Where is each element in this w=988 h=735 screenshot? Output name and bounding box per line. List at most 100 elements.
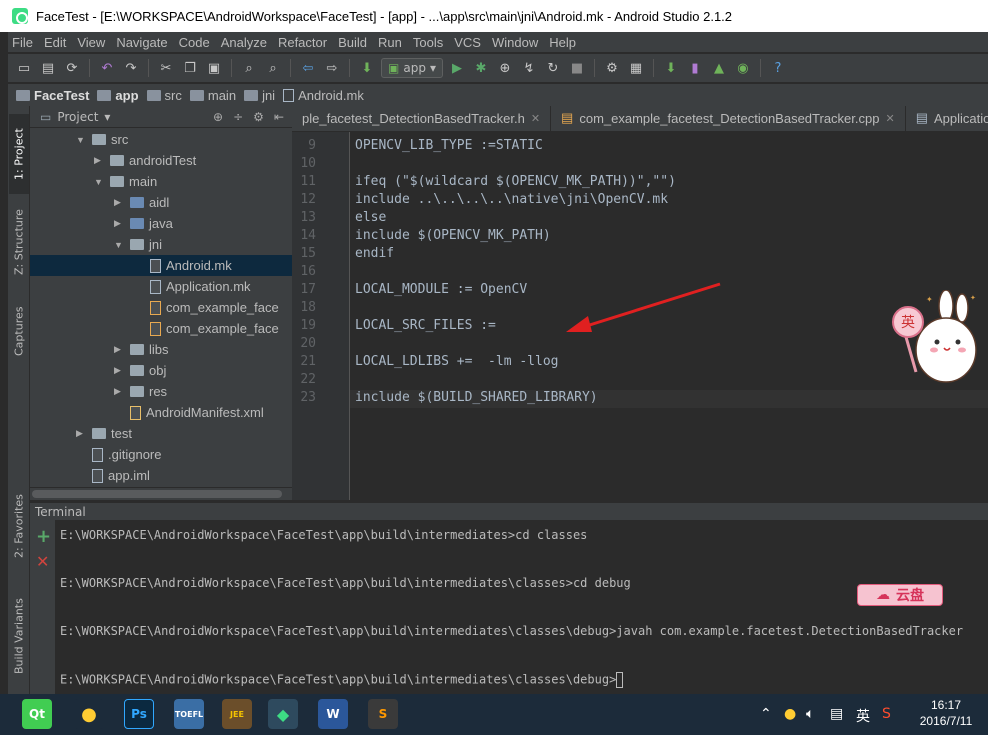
close-session-icon[interactable]: ✕ [36, 552, 49, 571]
code-line[interactable]: include ..\..\..\..\native\jni\OpenCV.mk [355, 192, 668, 207]
android-studio-icon[interactable]: ◆ [268, 699, 298, 729]
editor-tab[interactable]: ▤ com_example_facetest_DetectionBasedTrac… [551, 106, 906, 131]
editor-tab[interactable]: ▤Application.mk✕ [906, 106, 988, 131]
hide-panel-icon[interactable]: ⇤ [274, 110, 284, 124]
replace-icon[interactable]: ⌕ [263, 58, 283, 78]
code-line[interactable]: include $(OPENCV_MK_PATH) [355, 228, 551, 243]
sync-scroll-icon[interactable]: ⊕ [213, 110, 223, 124]
project-view-label[interactable]: Project [57, 110, 98, 124]
code-line[interactable]: LOCAL_LDLIBS += -lm -llog [355, 354, 559, 369]
run-config-select[interactable]: ▣ app ▾ [381, 58, 443, 78]
sdk-manager-icon[interactable]: ⬇ [661, 58, 681, 78]
collapsed-arrow-icon[interactable]: ▶ [114, 344, 124, 355]
code-line[interactable]: LOCAL_MODULE := OpenCV [355, 282, 527, 297]
code-line[interactable]: LOCAL_SRC_FILES := [355, 318, 496, 333]
tree-item[interactable]: ▼ src [30, 129, 292, 150]
collapsed-arrow-icon[interactable]: ▶ [94, 155, 104, 166]
collapse-all-icon[interactable]: ÷ [233, 110, 243, 124]
breadcrumb-item[interactable]: app [97, 88, 139, 103]
cut-icon[interactable]: ✂ [156, 58, 176, 78]
expanded-arrow-icon[interactable]: ▼ [114, 240, 124, 250]
collapsed-arrow-icon[interactable]: ▶ [76, 428, 86, 439]
menu-help[interactable]: Help [549, 35, 576, 50]
code-line[interactable]: ifeq ("$(wildcard $(OPENCV_MK_PATH))",""… [355, 174, 676, 189]
android-device-monitor-icon[interactable]: ▲ [709, 58, 729, 78]
code-line[interactable]: else [355, 210, 386, 225]
tab-structure[interactable]: Z: Structure [9, 202, 29, 282]
find-icon[interactable]: ⌕ [239, 58, 259, 78]
avd-manager-icon[interactable]: ▮ [685, 58, 705, 78]
menu-navigate[interactable]: Navigate [116, 35, 167, 50]
tree-item[interactable]: Application.mk [30, 276, 292, 297]
breadcrumb-item[interactable]: main [189, 88, 236, 103]
tree-item[interactable]: com_example_face [30, 297, 292, 318]
menu-tools[interactable]: Tools [413, 35, 443, 50]
word-icon[interactable]: W [318, 699, 348, 729]
tree-item[interactable]: ▶ java [30, 213, 292, 234]
android-icon[interactable]: ◉ [733, 58, 753, 78]
project-structure-icon[interactable]: ▦ [626, 58, 646, 78]
editor-tab[interactable]: ple_facetest_DetectionBasedTracker.h ✕ [292, 106, 552, 131]
show-hidden-icons[interactable]: ⌃ [760, 706, 772, 722]
code-line[interactable]: include $(BUILD_SHARED_LIBRARY) [355, 390, 598, 405]
redo-icon[interactable]: ↷ [121, 58, 141, 78]
qq-tray-icon[interactable]: ● [784, 706, 796, 722]
code-line[interactable]: endif [355, 246, 394, 261]
collapsed-arrow-icon[interactable]: ▶ [114, 197, 124, 208]
gear-icon[interactable]: ⚙ [253, 110, 264, 124]
stop-icon[interactable]: ■ [567, 58, 587, 78]
menu-analyze[interactable]: Analyze [221, 35, 267, 50]
breadcrumb-item[interactable]: src [146, 88, 182, 103]
expanded-arrow-icon[interactable]: ▼ [76, 135, 86, 145]
tab-build-variants[interactable]: Build Variants [9, 586, 29, 686]
cloud-disk-badge[interactable]: ☁ 云盘 [857, 584, 943, 606]
breadcrumb-item[interactable]: Android.mk [283, 88, 364, 103]
eclipse-icon[interactable]: JEE [222, 699, 252, 729]
toefl-icon[interactable]: TOEFL [174, 699, 204, 729]
sublime-icon[interactable]: S [368, 699, 398, 729]
tree-item[interactable]: ▶ res [30, 381, 292, 402]
apply-changes-icon[interactable]: ↯ [519, 58, 539, 78]
back-icon[interactable]: ⇦ [298, 58, 318, 78]
copy-icon[interactable]: ❐ [180, 58, 200, 78]
expanded-arrow-icon[interactable]: ▼ [94, 177, 104, 187]
menu-run[interactable]: Run [378, 35, 402, 50]
tab-captures[interactable]: Captures [9, 296, 29, 366]
notification-icon[interactable]: ▤ [830, 706, 843, 722]
settings-icon[interactable]: ⚙ [602, 58, 622, 78]
sync-icon[interactable]: ⟳ [62, 58, 82, 78]
menu-view[interactable]: View [77, 35, 105, 50]
tree-item[interactable]: .gitignore [30, 444, 292, 465]
menu-edit[interactable]: Edit [44, 35, 66, 50]
menu-file[interactable]: File [12, 35, 33, 50]
collapsed-arrow-icon[interactable]: ▶ [114, 386, 124, 397]
tree-item[interactable]: ▶ test [30, 423, 292, 444]
tree-item[interactable]: ▶ androidTest [30, 150, 292, 171]
debug-icon[interactable]: ✱ [471, 58, 491, 78]
menu-code[interactable]: Code [179, 35, 210, 50]
new-session-icon[interactable]: + [36, 526, 51, 547]
volume-icon[interactable]: 🔈︎ [806, 706, 814, 722]
tree-item[interactable]: ▼ jni [30, 234, 292, 255]
menu-window[interactable]: Window [492, 35, 538, 50]
save-all-icon[interactable]: ▤ [38, 58, 58, 78]
chevron-down-icon[interactable]: ▾ [104, 110, 110, 124]
breadcrumb-item[interactable]: FaceTest [16, 88, 89, 103]
tree-item[interactable]: ▶ aidl [30, 192, 292, 213]
run-icon[interactable]: ▶ [447, 58, 467, 78]
qt-icon[interactable]: Qt [22, 699, 52, 729]
tab-favorites[interactable]: 2: Favorites [9, 486, 29, 566]
close-icon[interactable]: ✕ [885, 112, 894, 125]
photoshop-icon[interactable]: Ps [124, 699, 154, 729]
collapsed-arrow-icon[interactable]: ▶ [114, 218, 124, 229]
tree-item[interactable]: ▶ libs [30, 339, 292, 360]
menu-vcs[interactable]: VCS [454, 35, 481, 50]
breadcrumb-item[interactable]: jni [244, 88, 275, 103]
code-line[interactable]: OPENCV_LIB_TYPE :=STATIC [355, 138, 543, 153]
tree-item[interactable]: AndroidManifest.xml [30, 402, 292, 423]
sogou-icon[interactable]: S [882, 706, 891, 722]
terminal-output[interactable]: E:\WORKSPACE\AndroidWorkspace\FaceTest\a… [55, 520, 988, 694]
paste-icon[interactable]: ▣ [204, 58, 224, 78]
tree-item[interactable]: Android.mk [30, 255, 292, 276]
tree-item[interactable]: app.iml [30, 465, 292, 486]
